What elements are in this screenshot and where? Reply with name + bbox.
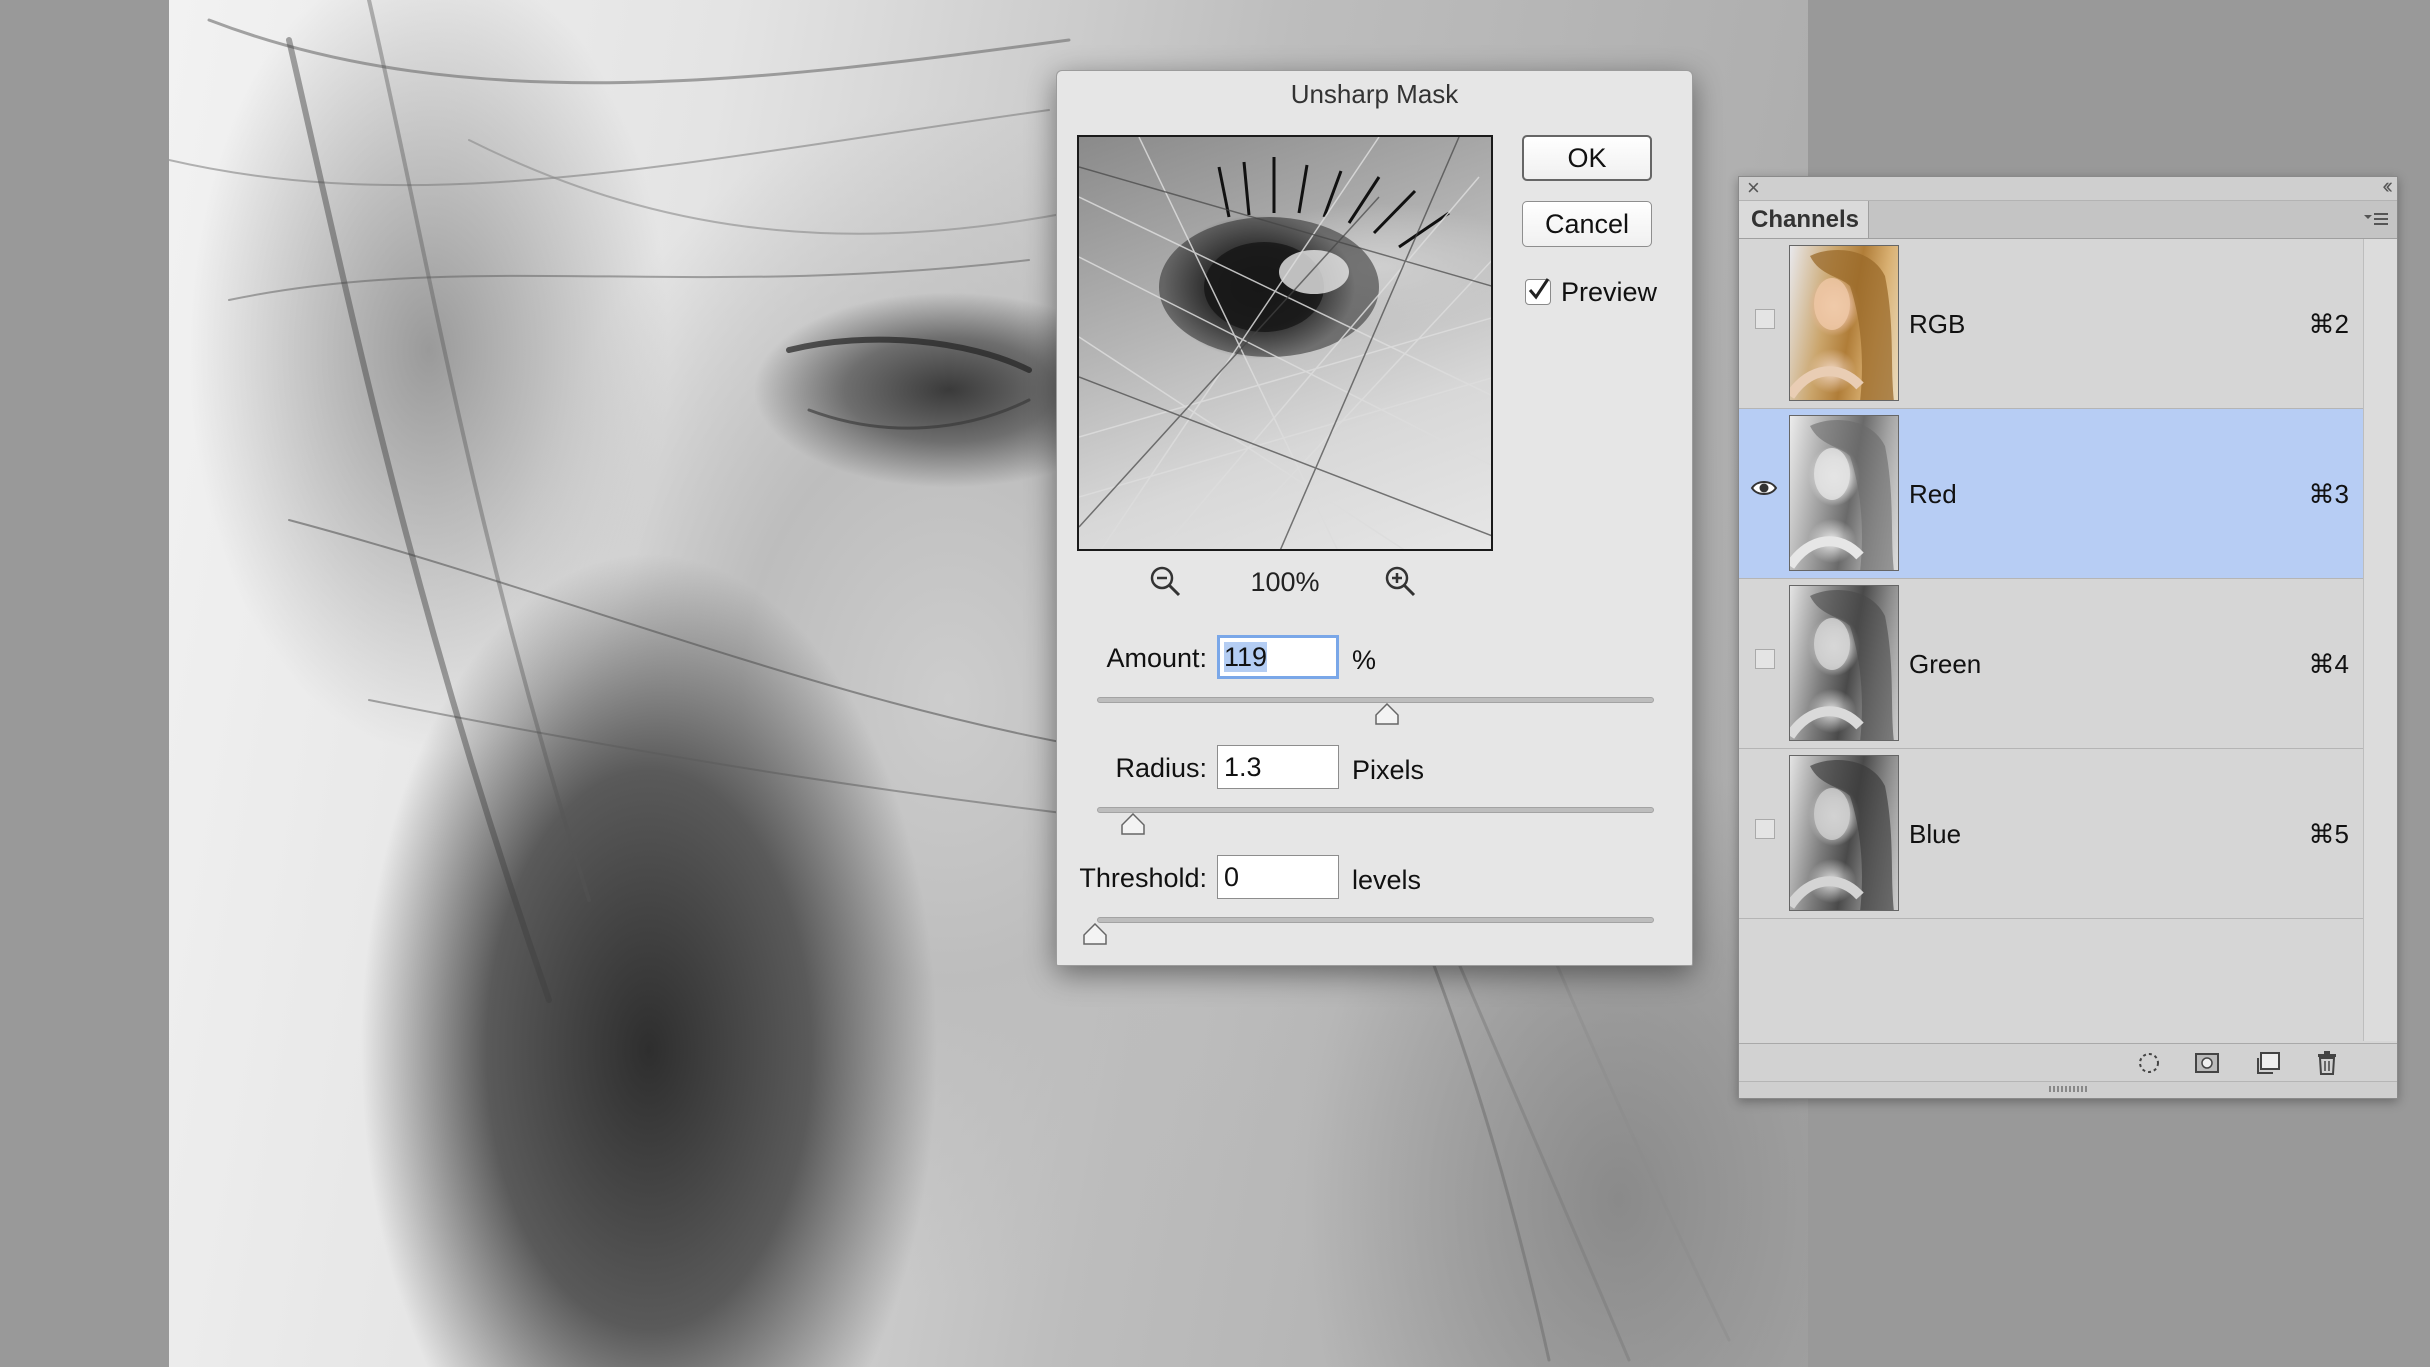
amount-input[interactable]: 119: [1217, 635, 1339, 679]
panel-menu-icon[interactable]: [2363, 207, 2389, 231]
new-channel-icon[interactable]: [2255, 1050, 2283, 1076]
amount-label: Amount:: [1106, 643, 1207, 673]
channel-row-rgb[interactable]: RGB ⌘2: [1739, 239, 2363, 409]
channel-thumbnail: [1789, 755, 1899, 911]
radius-label: Radius:: [1115, 753, 1207, 783]
threshold-label: Threshold:: [1079, 863, 1207, 893]
radius-input[interactable]: 1.3: [1217, 745, 1339, 789]
ok-button[interactable]: OK: [1522, 135, 1652, 181]
panel-tab-bar: Channels: [1739, 201, 2397, 239]
channel-name: Blue: [1909, 819, 1962, 849]
portrait-thumbnail-image: [1790, 590, 1894, 740]
checkmark-icon: [1528, 278, 1550, 300]
save-selection-icon[interactable]: [2193, 1050, 2221, 1076]
preview-label: Preview: [1561, 276, 1658, 307]
amount-slider-thumb[interactable]: [1375, 703, 1399, 725]
channel-name: Red: [1909, 479, 1957, 509]
channel-shortcut: ⌘4: [2308, 649, 2349, 679]
channel-row-blue[interactable]: Blue ⌘5: [1739, 749, 2363, 919]
portrait-thumbnail-image: [1790, 250, 1894, 400]
channel-list: RGB ⌘2 Red ⌘3 Green ⌘4 Blue ⌘5: [1739, 239, 2363, 919]
channel-shortcut: ⌘2: [2308, 309, 2349, 339]
threshold-unit: levels: [1352, 865, 1422, 895]
channel-shortcut: ⌘3: [2308, 479, 2349, 509]
double-chevron-icon[interactable]: ‹‹: [2382, 173, 2392, 199]
channel-thumbnail: [1789, 245, 1899, 401]
preview-toggle[interactable]: Preview: [1525, 275, 1657, 309]
panel-resize-grip[interactable]: [1739, 1081, 2397, 1098]
close-icon[interactable]: ×: [1747, 175, 1760, 201]
channel-name: RGB: [1909, 309, 1966, 339]
channel-row-green[interactable]: Green ⌘4: [1739, 579, 2363, 749]
visibility-empty-icon: [1755, 649, 1775, 669]
visibility-toggle[interactable]: [1749, 643, 1779, 673]
visibility-empty-icon: [1755, 819, 1775, 839]
panel-footer: [1739, 1043, 2397, 1081]
preview-zoom-controls: 100%: [1077, 557, 1493, 607]
panel-title-strip: × ‹‹: [1739, 173, 2397, 201]
unsharp-mask-dialog: Unsharp Mask 100% OK Cancel Preview Amou…: [1056, 70, 1693, 966]
portrait-thumbnail-image: [1790, 760, 1894, 910]
tab-channels[interactable]: Channels: [1739, 201, 1869, 238]
channels-panel: × ‹‹ Channels RGB ⌘2 Red ⌘3 Green ⌘4 Blu…: [1738, 173, 2398, 1099]
preview-eye-image: [1079, 137, 1491, 549]
channel-shortcut: ⌘5: [2308, 819, 2349, 849]
channel-name: Green: [1909, 649, 1982, 679]
threshold-slider-thumb[interactable]: [1083, 923, 1107, 945]
visibility-toggle[interactable]: [1749, 303, 1779, 333]
visibility-toggle[interactable]: [1749, 813, 1779, 843]
visibility-toggle[interactable]: [1749, 473, 1779, 503]
channel-thumbnail: [1789, 415, 1899, 571]
panel-scrollbar[interactable]: [2363, 239, 2397, 1041]
channel-thumbnail: [1789, 585, 1899, 741]
channel-row-red[interactable]: Red ⌘3: [1739, 409, 2363, 579]
threshold-slider[interactable]: [1097, 917, 1654, 923]
radius-slider[interactable]: [1097, 807, 1654, 813]
radius-slider-thumb[interactable]: [1121, 813, 1145, 835]
filter-preview-window[interactable]: [1077, 135, 1493, 551]
radius-unit: Pixels: [1352, 755, 1425, 785]
threshold-input[interactable]: 0: [1217, 855, 1339, 899]
visibility-empty-icon: [1755, 309, 1775, 329]
preview-checkbox[interactable]: [1525, 278, 1551, 305]
amount-unit: %: [1352, 645, 1377, 675]
zoom-in-icon[interactable]: [1382, 563, 1418, 599]
grip-icon: [2049, 1086, 2089, 1092]
cancel-button[interactable]: Cancel: [1522, 201, 1652, 247]
portrait-thumbnail-image: [1790, 420, 1894, 570]
zoom-level: 100%: [1250, 567, 1320, 597]
eye-icon: [1750, 481, 1778, 495]
load-selection-icon[interactable]: [2135, 1050, 2163, 1076]
amount-value: 119: [1224, 642, 1268, 672]
trash-icon[interactable]: [2313, 1050, 2341, 1076]
dialog-title: Unsharp Mask: [1290, 79, 1459, 109]
